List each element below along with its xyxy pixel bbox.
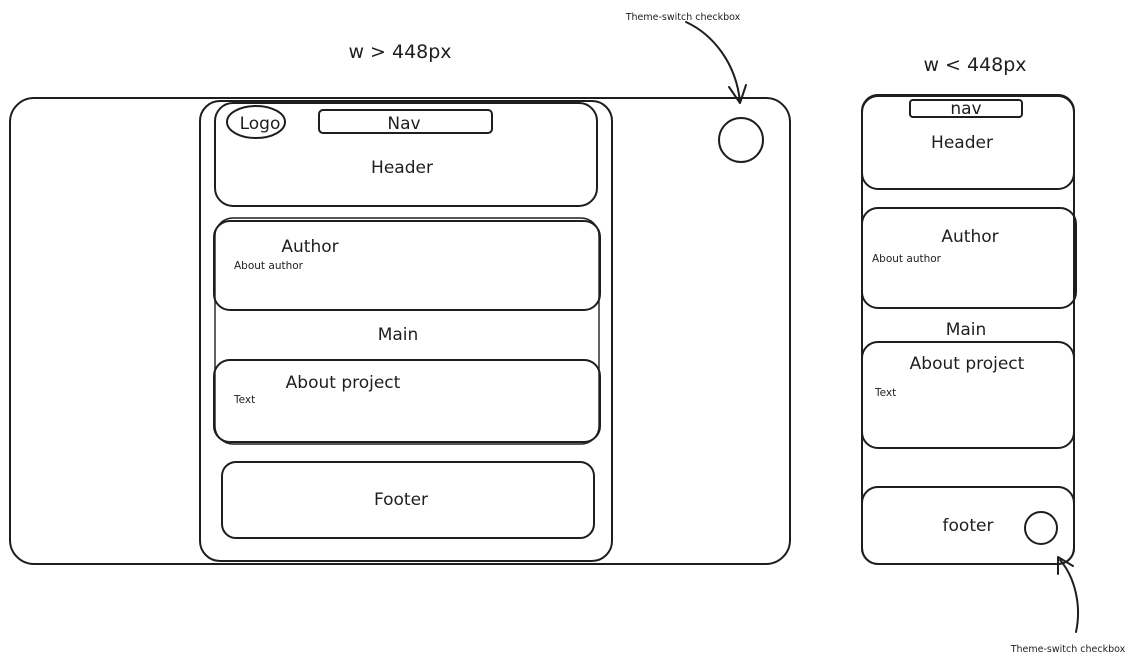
desktop-footer-label: Footer: [374, 490, 428, 510]
mobile-nav-label: nav: [950, 99, 981, 119]
desktop-theme-switch-circle: [718, 117, 764, 163]
desktop-project-box: [213, 359, 601, 443]
mobile-author-title: Author: [941, 227, 998, 247]
desktop-nav-label: Nav: [387, 114, 420, 134]
mobile-theme-switch-note: Theme-switch checkbox: [1010, 644, 1126, 655]
mobile-theme-switch-circle: [1024, 511, 1058, 545]
desktop-header-label: Header: [371, 158, 433, 178]
desktop-author-text: About author: [234, 260, 304, 272]
mobile-layout: w < 448px nav Header Author About author…: [861, 54, 1126, 655]
desktop-project-text: Text: [233, 394, 255, 406]
mobile-project-text: Text: [874, 387, 896, 399]
mobile-theme-switch-arrow: [1059, 559, 1080, 633]
mobile-footer-label: footer: [943, 516, 994, 536]
desktop-logo-label: Logo: [240, 114, 281, 134]
desktop-author-title: Author: [281, 237, 338, 257]
desktop-width-label: w > 448px: [348, 41, 451, 63]
mobile-width-label: w < 448px: [923, 54, 1026, 76]
desktop-project-title: About project: [286, 373, 401, 393]
wireframe-diagram: w > 448px Logo Nav Header Author About a…: [9, 12, 1126, 655]
desktop-main-label: Main: [378, 325, 419, 345]
mobile-header-label: Header: [931, 133, 993, 153]
mobile-main-label: Main: [946, 320, 987, 340]
desktop-theme-switch-note: Theme-switch checkbox: [625, 12, 741, 23]
desktop-layout: w > 448px Logo Nav Header Author About a…: [9, 12, 791, 565]
mobile-project-title: About project: [910, 354, 1025, 374]
mobile-author-text: About author: [872, 253, 942, 265]
